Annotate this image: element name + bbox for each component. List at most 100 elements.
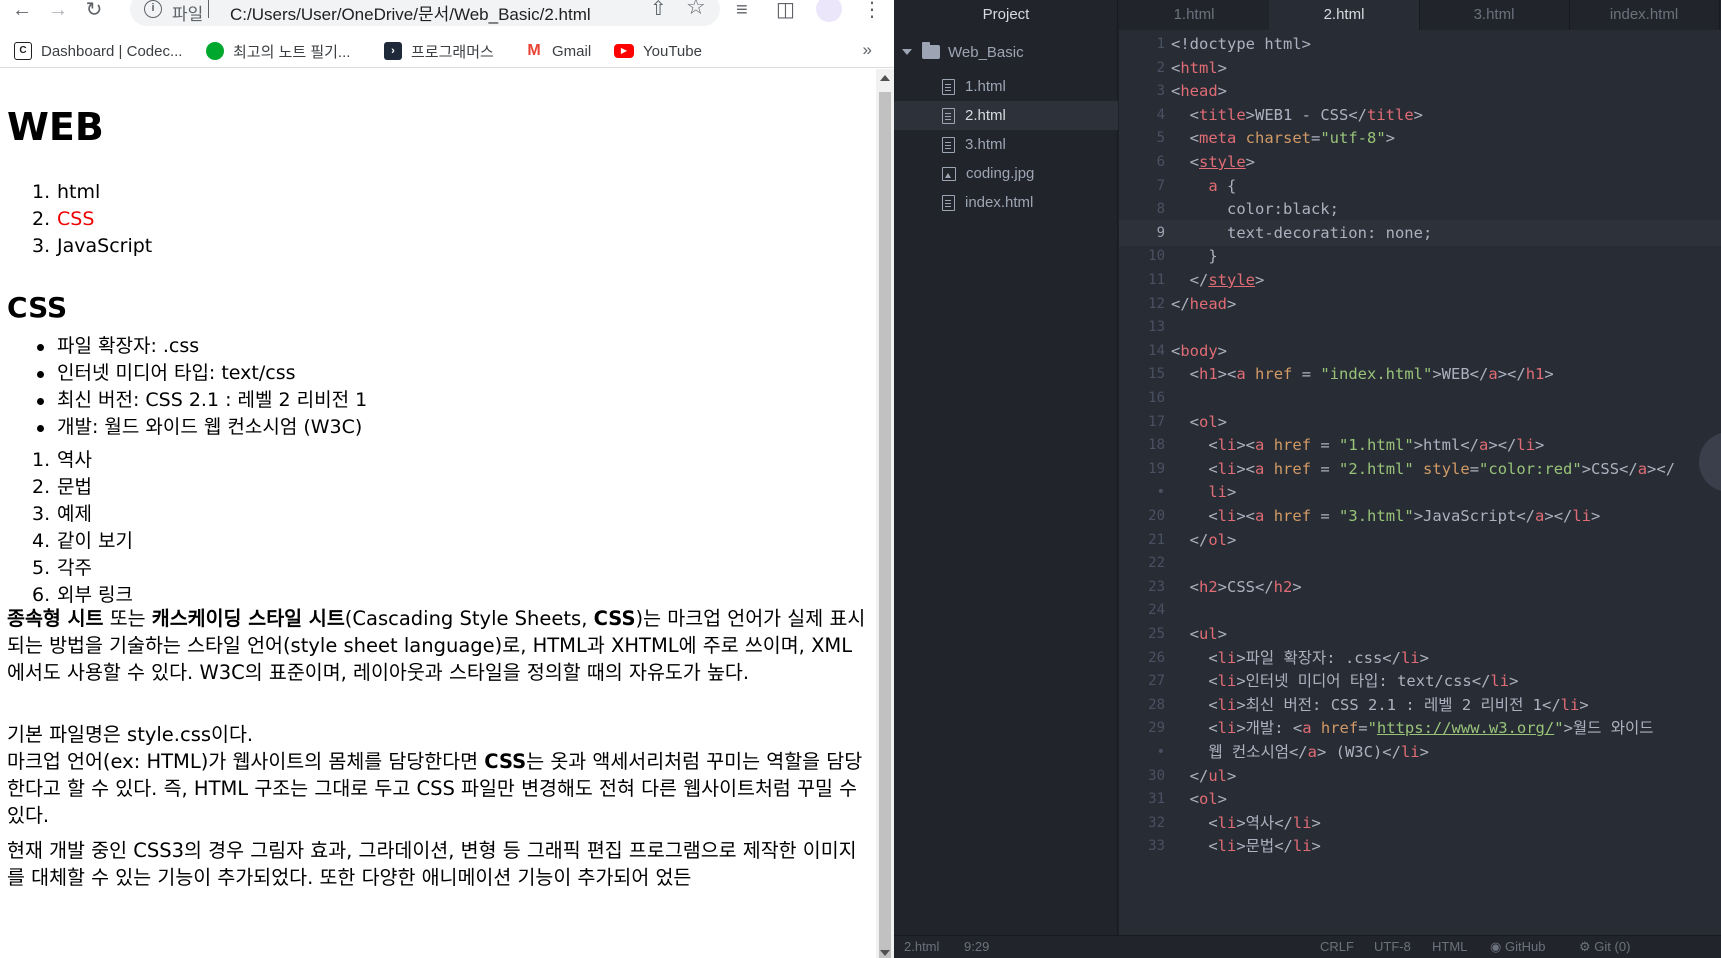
forward-arrow-icon[interactable]: →	[44, 0, 72, 24]
code-line[interactable]: 3 <head>	[1119, 78, 1721, 104]
paragraph-filename: 기본 파일명은 style.css이다. 마크업 언어(ex: HTML)가 웹사…	[7, 723, 863, 827]
tab-1-html[interactable]: 1.html	[1119, 0, 1270, 30]
tree-file-coding-jpg[interactable]: coding.jpg	[894, 159, 1118, 188]
scroll-down-icon[interactable]	[880, 950, 890, 956]
tree-file-index-html[interactable]: index.html	[894, 188, 1118, 217]
code-line[interactable]: 10 }	[1119, 243, 1721, 269]
code-line[interactable]: 33 <li>문법</li>	[1119, 833, 1721, 859]
bookmark-youtube[interactable]: ▶ YouTube	[614, 40, 702, 62]
code-line[interactable]: 27 <li>인터넷 미디어 타입: text/css</li>	[1119, 668, 1721, 694]
line-number: 6	[1156, 154, 1165, 170]
line-number: 32	[1148, 814, 1165, 831]
nav-link-html[interactable]: 1. html	[7, 179, 152, 206]
code-text: <li><a href = "3.html">JavaScript</a></l…	[1171, 507, 1601, 525]
code-text: <body>	[1171, 341, 1228, 360]
code-line[interactable]: 16	[1119, 385, 1721, 411]
list-item[interactable]: 개발: 월드 와이드 웹 컨소시엄 (W3C)	[7, 414, 367, 441]
bookmark-evernote[interactable]: 최고의 노트 필기...	[206, 40, 350, 62]
code-area[interactable]: 1 <!doctype html> 2 <html> 3 <head> 4 <title>W…	[1119, 30, 1721, 935]
menu-kebab-icon[interactable]: ⋮	[862, 0, 882, 20]
code-line[interactable]: 13	[1119, 314, 1721, 340]
code-line[interactable]: 31 <ol>	[1119, 786, 1721, 812]
code-text: <html>	[1171, 58, 1228, 77]
code-line[interactable]: 25 <ul>	[1119, 621, 1721, 647]
nav-link-css[interactable]: 2. CSS	[7, 206, 152, 233]
line-number: 17	[1148, 413, 1165, 430]
tab-index-html[interactable]: index.html	[1569, 0, 1720, 30]
youtube-icon: ▶	[614, 44, 634, 58]
code-line[interactable]: 2 <html>	[1119, 55, 1721, 81]
status-line-ending[interactable]: CRLF	[1320, 939, 1354, 954]
code-line[interactable]: 29 <li>개발: <a href="https://www.w3.org/"…	[1119, 715, 1721, 741]
bookmarks-overflow-icon[interactable]: »	[863, 40, 872, 60]
code-line[interactable]: 12 </head>	[1119, 291, 1721, 317]
media-queue-icon[interactable]: ≡	[736, 0, 748, 20]
address-bar[interactable]: i 파일 C:/Users/User/OneDrive/문서/Web_Basic…	[130, 0, 720, 26]
tree-file-1-html[interactable]: 1.html	[894, 72, 1118, 101]
tab-3-html[interactable]: 3.html	[1419, 0, 1570, 30]
code-line[interactable]: 19 <li><a href = "2.html" style="color:r…	[1119, 456, 1721, 482]
share-icon[interactable]: ⇧	[650, 0, 667, 21]
status-file-name[interactable]: 2.html	[904, 939, 939, 954]
file-label: 3.html	[965, 136, 1006, 153]
code-line[interactable]: 9 text-decoration: none;	[1119, 219, 1721, 246]
nav-link-javascript[interactable]: 3. JavaScript	[7, 233, 152, 260]
line-number: 27	[1148, 673, 1165, 690]
code-editor: Project Web_Basic 1.html 2.html 3.html c…	[894, 0, 1721, 958]
page-heading-web[interactable]: WEB	[7, 105, 104, 149]
status-grammar[interactable]: HTML	[1432, 939, 1467, 954]
code-line[interactable]: 6 <style>	[1119, 149, 1721, 175]
back-arrow-icon[interactable]: ←	[8, 0, 36, 24]
bookmark-programmers[interactable]: › 프로그래머스	[384, 40, 494, 62]
folder-web-basic[interactable]: Web_Basic	[902, 40, 1024, 64]
file-icon	[942, 78, 955, 95]
code-line[interactable]: 4 <title>WEB1 - CSS</title>	[1119, 102, 1721, 128]
code-text: color:black;	[1171, 200, 1339, 219]
code-line[interactable]: 24	[1119, 597, 1721, 623]
code-line[interactable]: • li>	[1119, 479, 1721, 505]
section-heading-css: CSS	[7, 291, 68, 324]
status-github[interactable]: ◉ GitHub	[1490, 939, 1545, 955]
profile-avatar[interactable]	[816, 0, 842, 22]
tree-file-3-html[interactable]: 3.html	[894, 130, 1118, 159]
code-line[interactable]: 21 </ol>	[1119, 527, 1721, 553]
bookmark-codecademy[interactable]: C Dashboard | Codec...	[14, 40, 182, 62]
page-scrollbar[interactable]	[876, 69, 894, 958]
status-encoding[interactable]: UTF-8	[1374, 939, 1411, 954]
list-item: 2. 문법	[32, 476, 92, 498]
project-tree: Project Web_Basic 1.html 2.html 3.html c…	[894, 0, 1118, 935]
code-line[interactable]: 23 <h2>CSS</h2>	[1119, 574, 1721, 600]
code-line[interactable]: 15 <h1><a href = "index.html">WEB</a></h…	[1119, 361, 1721, 387]
code-line[interactable]: 22	[1119, 550, 1721, 576]
code-line[interactable]: 20 <li><a href = "3.html">JavaScript</a>…	[1119, 503, 1721, 529]
code-line[interactable]: 18 <li><a href = "1.html">html</a></li>	[1119, 432, 1721, 458]
code-line[interactable]: 11 </style>	[1119, 267, 1721, 293]
code-line[interactable]: 5 <meta charset="utf-8">	[1119, 125, 1721, 151]
code-line[interactable]: 8 color:black;	[1119, 196, 1721, 222]
code-line[interactable]: • 웹 컨소시엄</a> (W3C)</li>	[1119, 739, 1721, 765]
reload-icon[interactable]: ↻	[80, 0, 108, 24]
status-cursor-position[interactable]: 9:29	[964, 939, 989, 954]
code-line[interactable]: 26 <li>파일 확장자: .css</li>	[1119, 645, 1721, 671]
bookmark-star-icon[interactable]: ☆	[686, 0, 706, 20]
status-git[interactable]: ⚙ Git (0)	[1579, 939, 1630, 955]
tab-2-html[interactable]: 2.html	[1269, 0, 1420, 30]
code-line[interactable]: 28 <li>최신 버전: CSS 2.1 : 레벨 2 리비전 1</li>	[1119, 692, 1721, 718]
line-number: 5	[1156, 130, 1165, 147]
code-line[interactable]: 7 a {	[1119, 173, 1721, 199]
side-panel-icon[interactable]: ◫	[776, 0, 795, 20]
tree-file-2-html[interactable]: 2.html	[894, 101, 1118, 130]
code-line[interactable]: 14 <body>	[1119, 338, 1721, 364]
code-line[interactable]: 32 <li>역사</li>	[1119, 810, 1721, 836]
bookmark-label: Dashboard | Codec...	[41, 42, 183, 60]
code-text: </ol>	[1171, 530, 1237, 549]
url-text[interactable]: C:/Users/User/OneDrive/문서/Web_Basic/2.ht…	[230, 0, 591, 25]
code-line[interactable]: 17 <ol>	[1119, 409, 1721, 435]
bookmark-gmail[interactable]: M Gmail	[525, 40, 591, 62]
scroll-up-icon[interactable]	[880, 75, 890, 81]
site-info-icon[interactable]: i	[144, 0, 162, 18]
scrollbar-thumb[interactable]	[879, 92, 891, 958]
code-line[interactable]: 1 <!doctype html>	[1119, 31, 1721, 57]
code-line[interactable]: 30 </ul>	[1119, 763, 1721, 789]
nav-link-label: CSS	[57, 208, 95, 230]
